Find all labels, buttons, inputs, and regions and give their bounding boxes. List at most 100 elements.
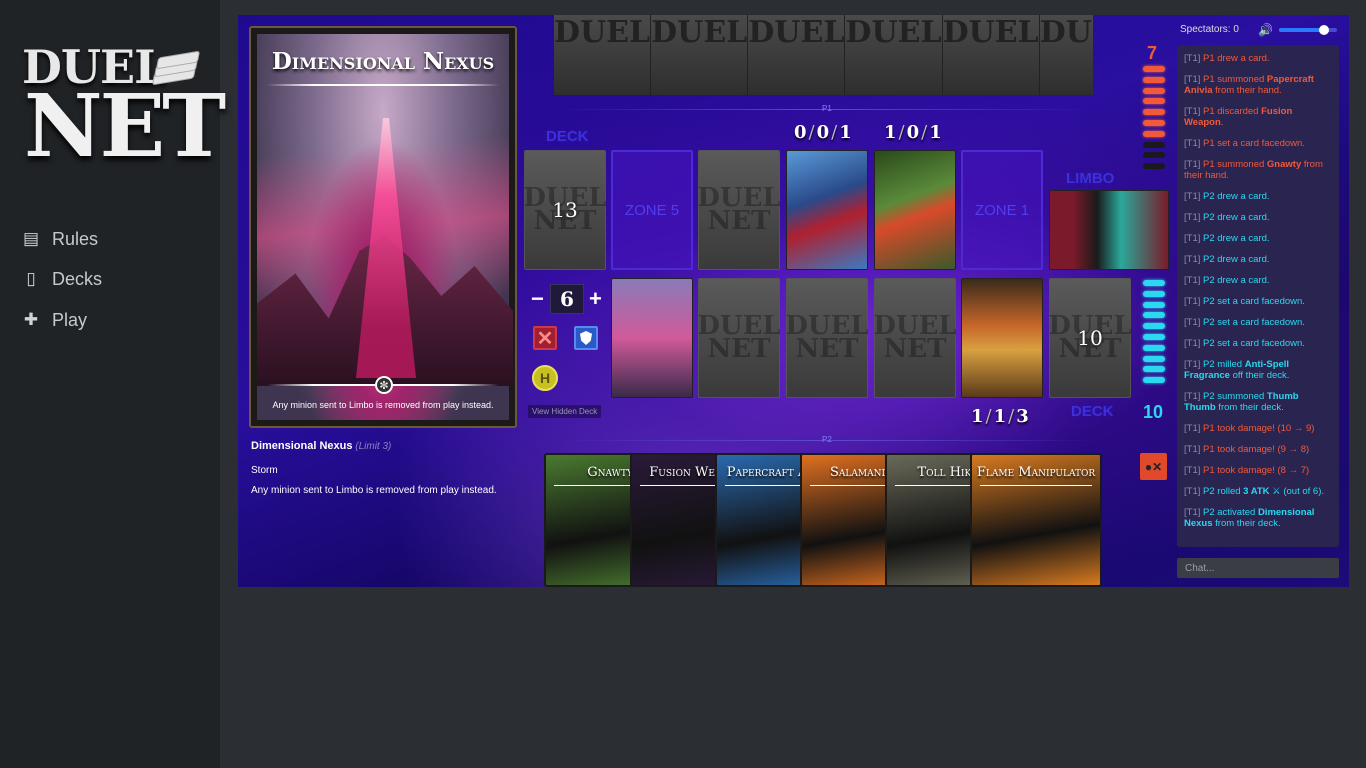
life-pip (1143, 76, 1165, 83)
gamepad-icon: ✚ (23, 310, 39, 329)
p2-label: P2 (822, 435, 832, 444)
nav-decks[interactable]: ▯ Decks (20, 264, 102, 294)
p1-deck[interactable]: DUEL NET 13 (523, 150, 607, 270)
life-pip (1143, 98, 1165, 105)
p2-deck[interactable]: DUEL NET 10 (1048, 278, 1132, 398)
game-log: [T1] P1 drew a card. [T1] P1 summoned Pap… (1177, 45, 1339, 547)
minion-stats-1: 0/0/1 (794, 122, 854, 143)
preview-title: Dimensional Nexus (271, 48, 495, 75)
destroy-button[interactable]: ✕ (533, 326, 557, 350)
p1-zone-5[interactable]: ZONE 5 (611, 150, 693, 270)
log-entry: [T1] P1 summoned Gnawty from their hand. (1184, 159, 1323, 181)
log-entry: [T1] P1 drew a card. (1184, 53, 1270, 64)
toggle-hand-button[interactable]: ●✕ (1140, 453, 1167, 480)
chat-input[interactable] (1177, 558, 1339, 578)
life-pip (1143, 344, 1165, 351)
card-info-type: Storm (251, 465, 278, 476)
life-pip (1143, 334, 1165, 340)
p2-life-value: 10 (1143, 402, 1164, 422)
sidebar: DUEL NET ▤ Rules ▯ Decks ✚ Play (0, 0, 226, 768)
facedown-card: DUEL (748, 15, 846, 95)
card-info-limit: (Limit 3) (355, 441, 392, 452)
log-entry: [T1] P2 drew a card. (1184, 212, 1270, 223)
p2-facedown-card[interactable]: DUEL NET (873, 278, 957, 398)
p1-deck-count: 13 (552, 198, 578, 222)
p1-minion-gnawty[interactable] (874, 150, 956, 270)
log-entry: [T1] P2 activated Dimensional Nexus from… (1184, 507, 1315, 529)
log-entry: [T1] P2 set a card facedown. (1184, 296, 1305, 307)
life-pip (1143, 66, 1165, 72)
spectators-count: Spectators: 0 (1180, 24, 1239, 35)
log-entry: [T1] P2 drew a card. (1184, 191, 1270, 202)
h-button[interactable]: H (532, 365, 558, 391)
duelnet-logo[interactable]: DUEL NET (22, 40, 226, 180)
nav-rules[interactable]: ▤ Rules (20, 224, 98, 254)
p1-minion-papercraft-anivia[interactable] (786, 150, 868, 270)
limbo-card-anti-spell-fragrance[interactable] (1049, 190, 1169, 270)
zone1-label: ZONE 1 (974, 201, 1030, 219)
log-entry: [T1] P1 took damage! (8 → 7) (1184, 465, 1310, 476)
log-entry: [T1] P2 set a card facedown. (1184, 338, 1305, 349)
preview-text: Any minion sent to Limbo is removed from… (272, 400, 494, 410)
volume-knob[interactable] (1319, 25, 1329, 35)
log-entry: [T1] P1 set a card facedown. (1184, 138, 1305, 149)
life-pip (1143, 290, 1165, 297)
life-pip (1143, 377, 1165, 384)
life-pip (1143, 130, 1165, 137)
log-entry: [T1] P2 set a card facedown. (1184, 317, 1305, 328)
log-entry: [T1] P1 discarded Fusion Weapon. (1184, 106, 1293, 128)
p1-zone-1[interactable]: ZONE 1 (961, 150, 1043, 270)
p1-life-value: 7 (1147, 43, 1158, 63)
life-pip (1143, 152, 1165, 159)
hand-card-name: Flame Manipulator (976, 465, 1096, 480)
p2-deck-count: 10 (1077, 326, 1103, 350)
card-info: Dimensional Nexus (Limit 3) Storm Any mi… (251, 440, 516, 496)
life-pip (1143, 355, 1165, 362)
life-pip (1143, 312, 1165, 319)
log-entry: [T1] P1 took damage! (10 → 9) (1184, 423, 1315, 434)
player-hand: Gnawty Fusion Weapon Papercraft Anivia Sala… (544, 453, 1104, 587)
volume-icon[interactable]: 🔊 (1258, 23, 1273, 37)
life-pip (1143, 323, 1165, 330)
hand-card[interactable]: Flame Manipulator (970, 453, 1102, 587)
opponent-hand: DUEL DUEL DUEL DUEL DUEL DUEL (554, 15, 1093, 95)
life-pip (1143, 141, 1165, 148)
limbo-label: LIMBO (1066, 170, 1115, 187)
deck-label-top: DECK (546, 128, 589, 145)
life-pip (1143, 120, 1165, 126)
log-entry: [T1] P2 summoned Thumb Thumb from their … (1184, 391, 1299, 413)
life-pip (1143, 109, 1165, 116)
nav-rules-label: Rules (52, 228, 99, 249)
deck-label-bottom: DECK (1071, 403, 1114, 420)
zone5-label: ZONE 5 (624, 201, 680, 219)
decks-icon: ▯ (26, 269, 36, 288)
log-entry: [T1] P2 drew a card. (1184, 254, 1270, 265)
logo-line2: NET (24, 76, 226, 177)
p2-storm-dimensional-nexus[interactable] (611, 278, 693, 398)
view-hidden-deck-button[interactable]: View Hidden Deck (528, 405, 602, 418)
shield-button[interactable] (574, 326, 598, 350)
p2-minion-thumb-thumb[interactable] (961, 278, 1043, 398)
minion-stats-3: 1/1/3 (971, 406, 1031, 427)
life-pip (1143, 366, 1165, 373)
minion-stats-2: 1/0/1 (884, 122, 944, 143)
shield-icon (580, 331, 592, 345)
nav-play[interactable]: ✚ Play (20, 305, 87, 335)
facedown-card: DUEL (845, 15, 943, 95)
p1-label: P1 (822, 104, 832, 113)
nav-decks-label: Decks (52, 268, 103, 289)
life-pip (1143, 280, 1165, 286)
log-entry: [T1] P2 rolled 3 ATK ⚔ (out of 6). (1184, 486, 1325, 497)
p2-facedown-card[interactable]: DUEL NET (697, 278, 781, 398)
preview-rule-top (267, 84, 499, 86)
storm-symbol-icon: ✼ (375, 376, 393, 394)
volume-slider[interactable] (1279, 25, 1337, 35)
nav-play-label: Play (52, 309, 88, 330)
p1-facedown-card[interactable]: DUEL NET (697, 150, 781, 270)
counter-increment-button[interactable]: + (589, 286, 602, 312)
life-pip (1143, 87, 1165, 94)
card-info-name: Dimensional Nexus (251, 440, 353, 452)
counter-decrement-button[interactable]: − (531, 286, 544, 312)
log-entry: [T1] P2 drew a card. (1184, 233, 1270, 244)
p2-facedown-card[interactable]: DUEL NET (785, 278, 869, 398)
